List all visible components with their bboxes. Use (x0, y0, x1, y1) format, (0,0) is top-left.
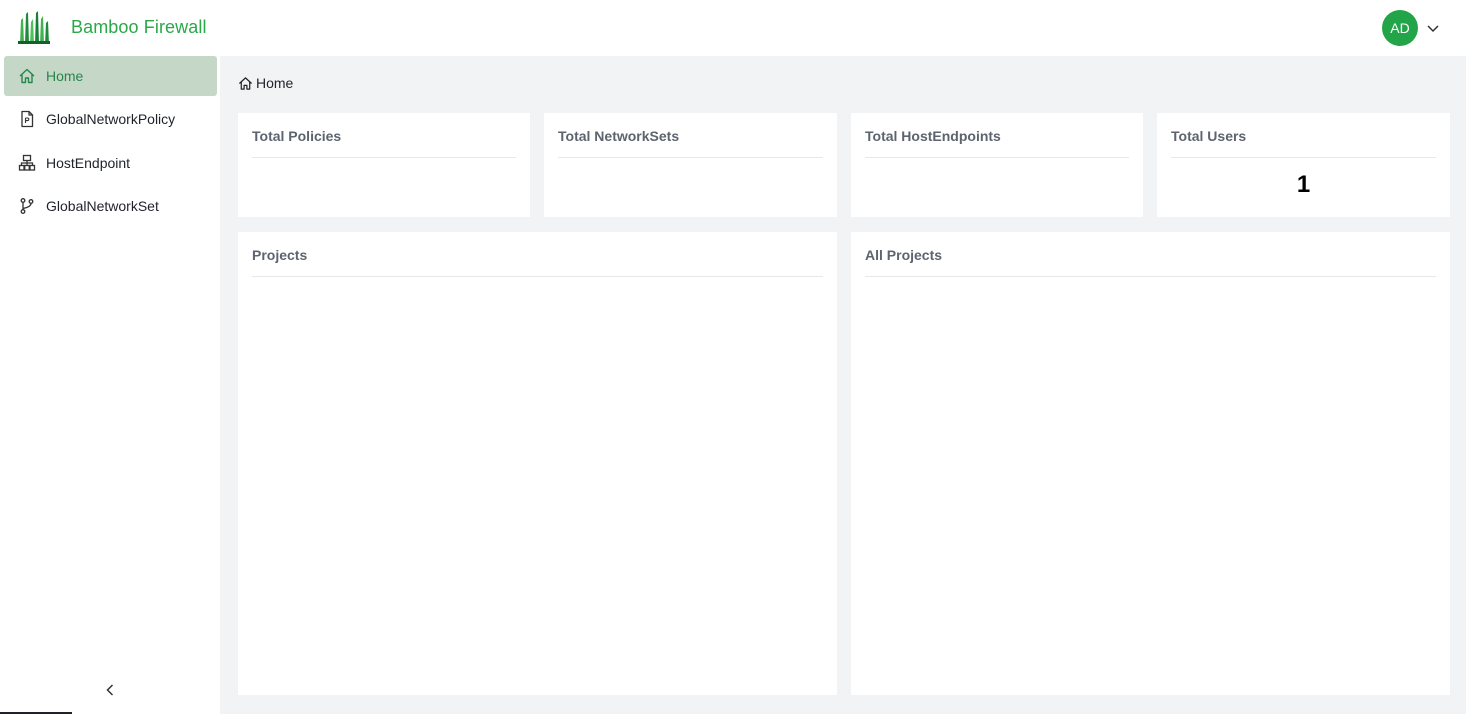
stat-card-total-hostendpoints: Total HostEndpoints (851, 113, 1143, 217)
sidebar: Home GlobalNetworkPolicy HostEndpoint Gl… (0, 56, 220, 714)
user-avatar[interactable]: AD (1382, 10, 1418, 46)
card-title: Total Users (1171, 128, 1247, 144)
policy-document-icon (18, 110, 36, 128)
breadcrumb-home-link[interactable]: Home (256, 75, 293, 91)
divider (252, 276, 823, 277)
card-title: Total HostEndpoints (865, 128, 1001, 144)
stat-card-total-policies: Total Policies (238, 113, 530, 217)
all-projects-panel: All Projects (851, 232, 1450, 695)
card-title: Total Policies (252, 128, 342, 144)
home-icon[interactable] (238, 76, 253, 91)
collapse-sidebar-button[interactable] (100, 682, 120, 702)
chevron-down-icon[interactable] (1426, 21, 1440, 35)
sidebar-item-globalnetworkset[interactable]: GlobalNetworkSet (4, 186, 217, 226)
divider (865, 276, 1436, 277)
divider (252, 157, 516, 158)
card-title: Total NetworkSets (558, 128, 680, 144)
sidebar-item-label: Home (46, 68, 84, 84)
sidebar-item-hostendpoint[interactable]: HostEndpoint (4, 143, 217, 183)
stat-card-total-users: Total Users 1 (1157, 113, 1450, 217)
sidebar-item-home[interactable]: Home (4, 56, 217, 96)
user-menu[interactable]: AD (1382, 10, 1440, 46)
sidebar-item-label: HostEndpoint (46, 155, 131, 171)
sitemap-icon (18, 154, 36, 172)
home-icon (18, 67, 36, 85)
stat-card-total-networksets: Total NetworkSets (544, 113, 837, 217)
divider (865, 157, 1129, 158)
sidebar-item-globalnetworkpolicy[interactable]: GlobalNetworkPolicy (4, 99, 217, 139)
panel-title: Projects (252, 247, 308, 263)
app-title[interactable]: Bamboo Firewall (71, 17, 207, 38)
divider (1171, 157, 1436, 158)
breadcrumb: Home (238, 75, 293, 91)
stat-value: 1 (1296, 171, 1311, 198)
main-content: Home Total Policies Total NetworkSets To… (220, 56, 1466, 714)
bamboo-logo-icon[interactable] (18, 10, 50, 44)
top-header: Bamboo Firewall AD (0, 0, 1466, 56)
sidebar-item-label: GlobalNetworkSet (46, 198, 159, 214)
projects-panel: Projects (238, 232, 837, 695)
sidebar-item-label: GlobalNetworkPolicy (46, 111, 176, 127)
panel-title: All Projects (865, 247, 943, 263)
divider (558, 157, 823, 158)
branch-icon (18, 197, 36, 215)
chevron-left-icon (103, 683, 117, 702)
